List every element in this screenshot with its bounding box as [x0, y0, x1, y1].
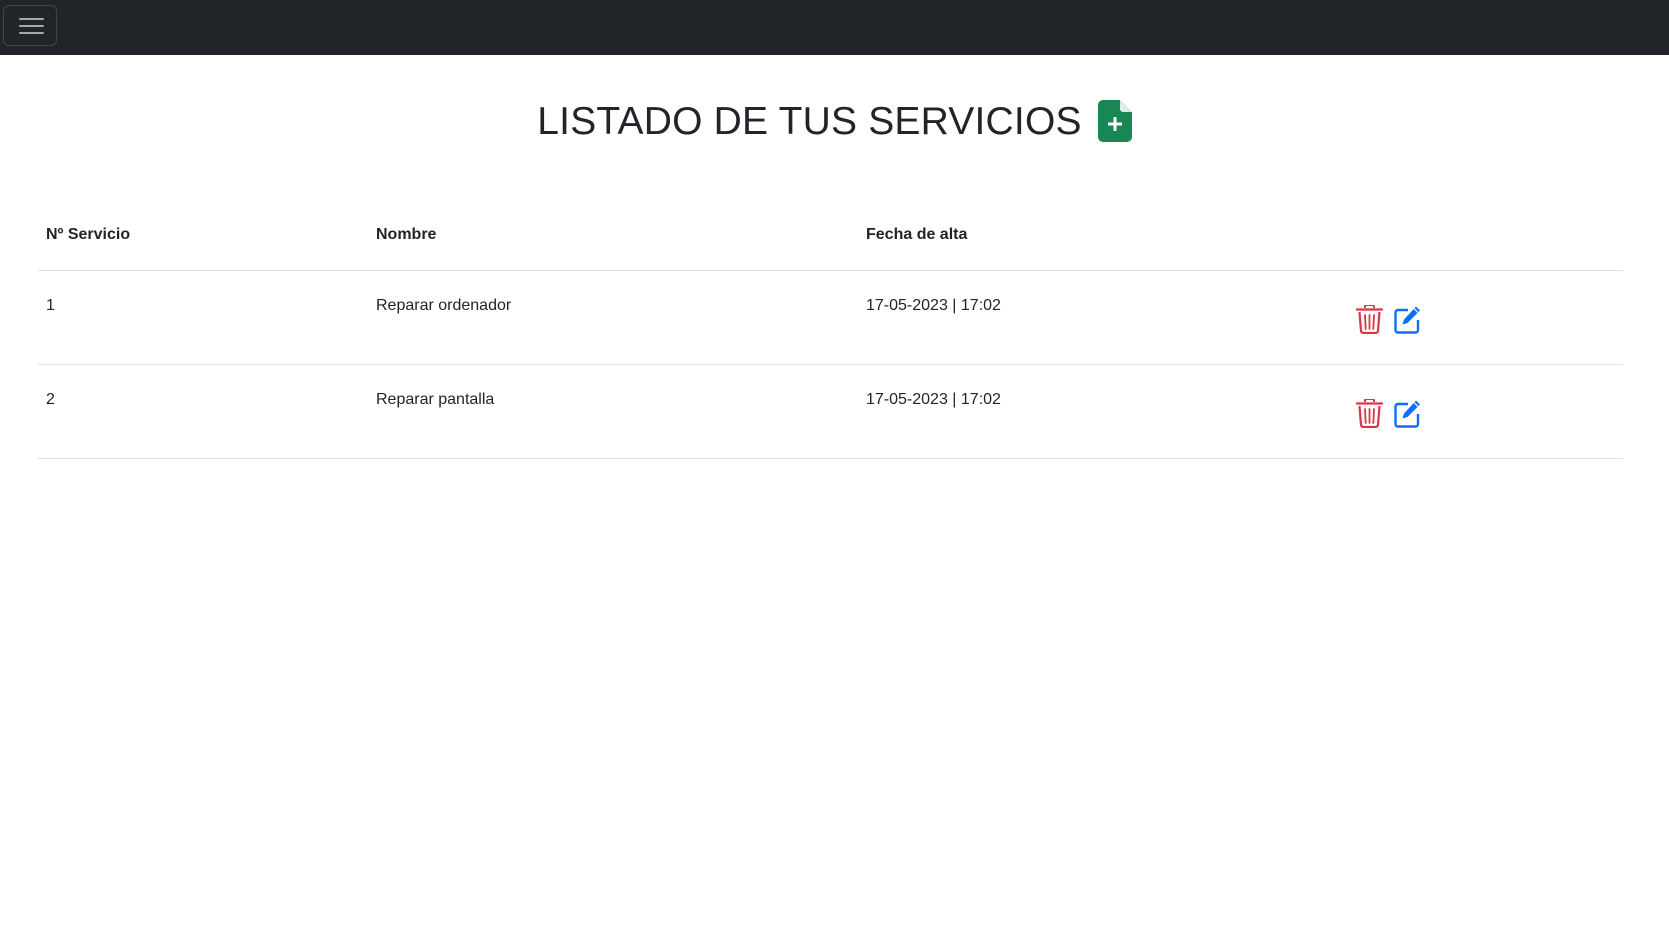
- header-date: Fecha de alta: [858, 208, 1346, 271]
- cell-name: Reparar pantalla: [368, 364, 858, 459]
- table-body: 1 Reparar ordenador 17-05-2023 | 17:02 2…: [38, 270, 1623, 459]
- header-service-number: Nº Servicio: [38, 208, 368, 271]
- top-navbar: [0, 0, 1669, 55]
- trash-icon: [1355, 303, 1384, 334]
- cell-actions: [1346, 270, 1623, 365]
- edit-button[interactable]: [1394, 399, 1421, 428]
- trash-icon: [1355, 397, 1384, 428]
- table-row: 1 Reparar ordenador 17-05-2023 | 17:02: [38, 270, 1623, 365]
- navbar-toggle-button[interactable]: [3, 5, 57, 46]
- hamburger-menu-icon: [19, 18, 44, 20]
- row-actions: [1354, 303, 1623, 334]
- pencil-square-icon: [1394, 306, 1420, 334]
- delete-button[interactable]: [1355, 397, 1384, 428]
- table-header-row: Nº Servicio Nombre Fecha de alta: [38, 208, 1623, 271]
- edit-button[interactable]: [1394, 305, 1421, 334]
- hamburger-menu-icon-bar: [19, 32, 44, 34]
- page-header: LISTADO DE TUS SERVICIOS: [0, 100, 1669, 142]
- cell-name: Reparar ordenador: [368, 270, 858, 365]
- add-service-button[interactable]: [1097, 100, 1132, 142]
- cell-actions: [1346, 364, 1623, 459]
- delete-button[interactable]: [1355, 303, 1384, 334]
- cell-date: 17-05-2023 | 17:02: [858, 364, 1346, 459]
- table-header: Nº Servicio Nombre Fecha de alta: [38, 208, 1623, 271]
- cell-service-number: 2: [38, 364, 368, 459]
- cell-service-number: 1: [38, 270, 368, 365]
- row-actions: [1354, 397, 1623, 428]
- services-table: Nº Servicio Nombre Fecha de alta 1 Repar…: [38, 208, 1623, 459]
- hamburger-menu-icon-bar: [19, 25, 44, 27]
- file-plus-icon: [1097, 100, 1132, 142]
- cell-date: 17-05-2023 | 17:02: [858, 270, 1346, 365]
- page-title: LISTADO DE TUS SERVICIOS: [537, 99, 1082, 143]
- header-name: Nombre: [368, 208, 858, 271]
- table-row: 2 Reparar pantalla 17-05-2023 | 17:02: [38, 364, 1623, 459]
- pencil-square-icon: [1394, 400, 1420, 428]
- header-actions: [1346, 208, 1623, 271]
